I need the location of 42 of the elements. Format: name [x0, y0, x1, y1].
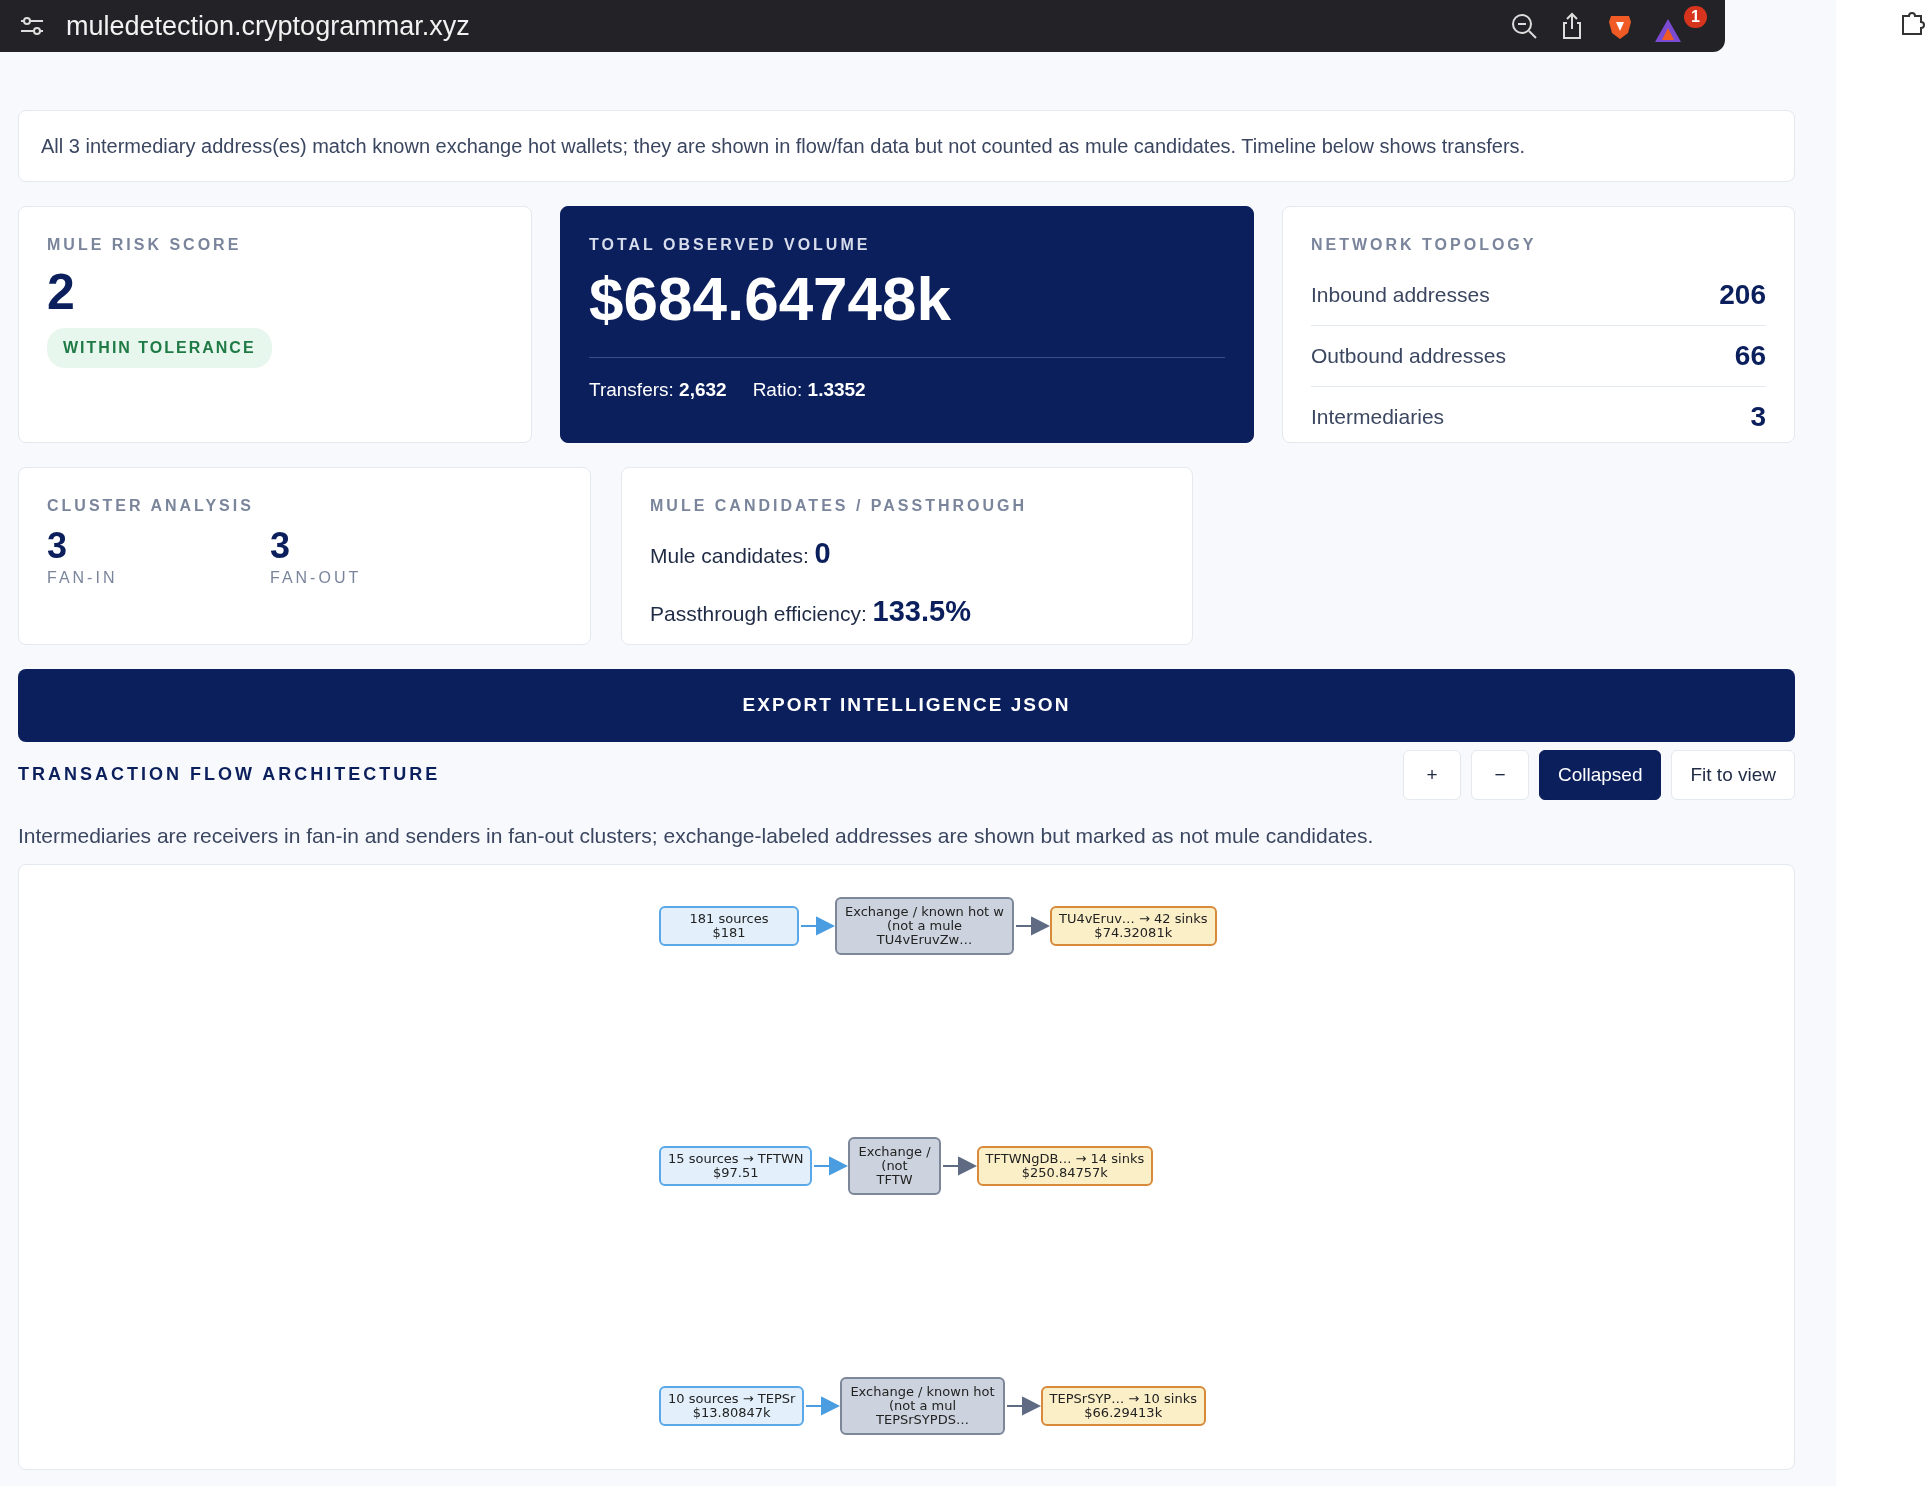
volume-value: $684.64748k [589, 265, 953, 334]
sink-node: TEPSrSYP… → 10 sinks $66.29413k [1040, 1385, 1206, 1427]
metric-text: Mule candidates: 0 [650, 536, 832, 571]
notification-badge: 1 [1684, 6, 1707, 28]
card-label: NETWORK TOPOLOGY [1311, 235, 1538, 255]
metric-text: Passthrough efficiency: 133.5% [650, 593, 972, 629]
intermediary-node: Exchange / (not TFTW [848, 1136, 941, 1196]
topology-count: 66 [1734, 339, 1766, 373]
stat-value: 3 [47, 526, 69, 566]
graph-control-button[interactable]: Fit to view [1671, 749, 1795, 800]
source-node: 181 sources $181 [659, 905, 799, 947]
status-badge: WITHIN TOLERANCE [47, 328, 272, 368]
address-bar[interactable]: muledetection.cryptogrammar.xyz [66, 5, 470, 47]
zoom-out-icon[interactable] [1510, 12, 1539, 40]
graph-control-button[interactable]: − [1470, 749, 1529, 800]
graph-control-button[interactable]: + [1402, 749, 1461, 800]
stat-label: FAN-IN [47, 567, 119, 588]
stat-value: 3 [270, 526, 292, 566]
card-label: MULE RISK SCORE [47, 235, 243, 255]
sink-node: TFTWNgDB… → 14 sinks $250.84757k [976, 1145, 1154, 1187]
topology-count: 3 [1750, 400, 1766, 434]
sink-node: TU4vEruv… → 42 sinks $74.32081k [1049, 905, 1217, 947]
card-label: TOTAL OBSERVED VOLUME [589, 235, 872, 255]
card-label: MULE CANDIDATES / PASSTHROUGH [650, 496, 1029, 516]
topology-count: 206 [1719, 278, 1766, 312]
topology-label: Inbound addresses [1311, 282, 1490, 309]
topology-label: Intermediaries [1311, 404, 1445, 431]
card-label: CLUSTER ANALYSIS [47, 496, 255, 516]
export-button[interactable]: EXPORT INTELLIGENCE JSON [18, 669, 1795, 742]
ratio-text: Ratio: 1.3352 [752, 378, 866, 403]
intermediary-node: Exchange / known hot w (not a mule TU4vEruvZw… [835, 896, 1014, 956]
flow-description: Intermediaries are receivers in fan-in and senders in fan-out clusters; exchange-labeled addresses are shown but marked as not mule candidates. [18, 823, 1375, 849]
section-title: TRANSACTION FLOW ARCHITECTURE [18, 763, 441, 787]
source-node: 15 sources → TFTWN $97.51 [659, 1145, 813, 1187]
stat-label: FAN-OUT [270, 567, 363, 588]
info-notice: All 3 intermediary address(es) match known exchange hot wallets; they are shown in flow/fan data but not counted as mule candidates. Timeline below shows transfers. [18, 110, 1795, 182]
risk-score: 2 [47, 265, 76, 320]
source-node: 10 sources → TEPSr $13.80847k [659, 1385, 805, 1427]
graph-control-button[interactable]: Collapsed [1538, 749, 1662, 800]
topology-label: Outbound addresses [1311, 343, 1506, 370]
intermediary-node: Exchange / known hot (not a mul TEPSrSYPDS… [840, 1376, 1005, 1436]
transfers-text: Transfers: 2,632 [589, 378, 727, 403]
